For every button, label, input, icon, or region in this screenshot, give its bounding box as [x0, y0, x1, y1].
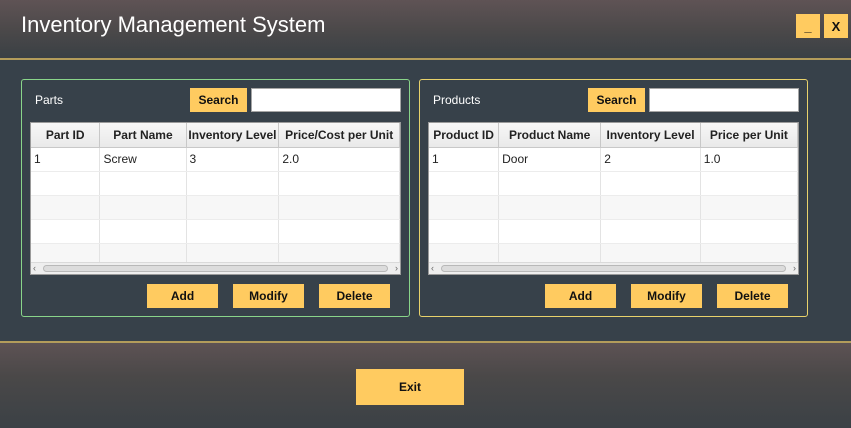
scroll-left-icon[interactable]: ‹ — [33, 263, 36, 274]
products-search-button[interactable]: Search — [588, 88, 645, 112]
cell-part-name: Screw — [99, 147, 187, 172]
column-header-part-name[interactable]: Part Name — [99, 123, 187, 148]
parts-add-button[interactable]: Add — [147, 284, 218, 308]
table-row-empty — [429, 171, 798, 196]
products-horizontal-scrollbar[interactable]: ‹ › — [429, 262, 798, 274]
exit-button[interactable]: Exit — [356, 369, 464, 405]
table-row-empty — [31, 171, 400, 196]
parts-search-input[interactable] — [251, 88, 401, 112]
table-row-empty — [429, 219, 798, 244]
products-table-header-row: Product ID Product Name Inventory Level … — [429, 123, 798, 148]
title-bar: Inventory Management System _ X — [0, 0, 851, 60]
column-header-inventory-level[interactable]: Inventory Level — [600, 123, 701, 148]
table-row-empty — [31, 195, 400, 220]
cell-price: 1.0 — [700, 147, 798, 172]
cell-part-id: 1 — [31, 147, 101, 172]
scroll-thumb[interactable] — [441, 265, 786, 272]
column-header-price-per-unit[interactable]: Price per Unit — [700, 123, 798, 148]
column-header-product-id[interactable]: Product ID — [429, 123, 500, 148]
products-panel: Products Search Product ID Product Name … — [419, 79, 808, 317]
close-button[interactable]: X — [824, 14, 848, 38]
column-header-price-cost[interactable]: Price/Cost per Unit — [278, 123, 400, 148]
cell-inventory-level: 3 — [186, 147, 280, 172]
products-panel-title: Products — [433, 93, 481, 107]
scroll-thumb[interactable] — [43, 265, 388, 272]
products-modify-button[interactable]: Modify — [631, 284, 702, 308]
scroll-right-icon[interactable]: › — [395, 263, 398, 274]
parts-horizontal-scrollbar[interactable]: ‹ › — [31, 262, 400, 274]
parts-modify-button[interactable]: Modify — [233, 284, 304, 308]
cell-product-name: Door — [498, 147, 602, 172]
app-title: Inventory Management System — [21, 12, 326, 37]
cell-price: 2.0 — [278, 147, 400, 172]
scroll-right-icon[interactable]: › — [793, 263, 796, 274]
scroll-left-icon[interactable]: ‹ — [431, 263, 434, 274]
cell-inventory-level: 2 — [600, 147, 701, 172]
column-header-part-id[interactable]: Part ID — [31, 123, 101, 148]
parts-delete-button[interactable]: Delete — [319, 284, 390, 308]
table-row-empty — [31, 219, 400, 244]
parts-panel-title: Parts — [35, 93, 64, 107]
parts-panel: Parts Search Part ID Part Name Inventory… — [21, 79, 410, 317]
products-add-button[interactable]: Add — [545, 284, 616, 308]
parts-search-button[interactable]: Search — [190, 88, 247, 112]
minimize-button[interactable]: _ — [796, 14, 820, 38]
cell-product-id: 1 — [429, 147, 500, 172]
products-delete-button[interactable]: Delete — [717, 284, 788, 308]
parts-table-header-row: Part ID Part Name Inventory Level Price/… — [31, 123, 400, 148]
products-search-input[interactable] — [649, 88, 799, 112]
table-row[interactable]: 1 Screw 3 2.0 — [31, 147, 400, 172]
column-header-product-name[interactable]: Product Name — [498, 123, 602, 148]
table-row-empty — [429, 195, 798, 220]
table-row[interactable]: 1 Door 2 1.0 — [429, 147, 798, 172]
products-table[interactable]: Product ID Product Name Inventory Level … — [428, 122, 799, 275]
parts-table[interactable]: Part ID Part Name Inventory Level Price/… — [30, 122, 401, 275]
column-header-inventory-level[interactable]: Inventory Level — [186, 123, 280, 148]
